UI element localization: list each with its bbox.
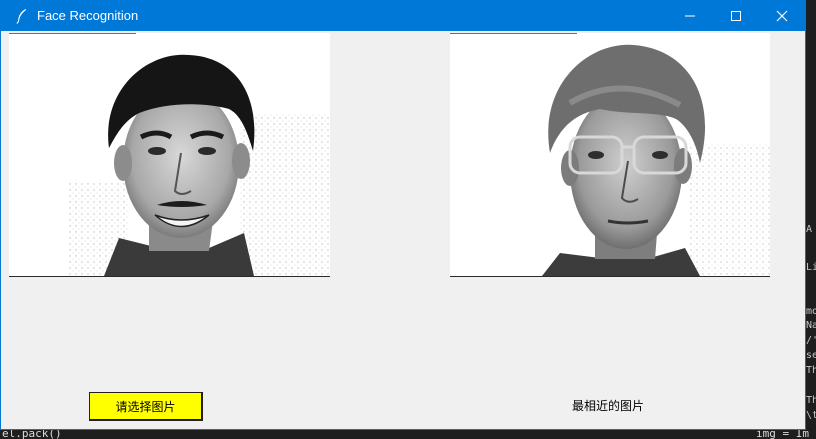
face-recognition-window: Face Recognition 请选择图片 最相近的图片 [0,0,806,430]
main-content: 请选择图片 最相近的图片 [1,31,805,429]
maximize-icon [731,11,741,21]
minimize-icon [685,15,695,17]
code-line: img = Im [756,429,809,439]
code-line: el.pack() [2,429,62,439]
selected-face-image [9,33,330,277]
background-code-editor-bottom: el.pack() img = Im [0,429,816,439]
gutter-char: A [806,224,813,235]
closest-image-label: 最相近的图片 [571,399,644,413]
select-image-button[interactable]: 请选择图片 [89,392,203,421]
title-bar[interactable]: Face Recognition [1,1,805,31]
gutter-char: /' [806,335,816,346]
feather-app-icon [15,8,29,24]
closest-match-face-image [450,33,770,277]
gutter-char: mo [806,306,816,317]
gutter-char: Th [806,365,816,376]
gutter-char: Na [806,320,816,331]
minimize-button[interactable] [667,1,713,31]
maximize-button[interactable] [713,1,759,31]
gutter-char: Li [806,262,816,273]
gutter-char: \t [806,410,816,421]
window-title: Face Recognition [37,8,139,23]
gutter-char: se [806,350,816,361]
close-icon [776,10,788,22]
gutter-char: Th [806,395,816,406]
image-top-border [450,33,577,34]
face-photo-smiling-man [69,54,330,276]
face-photo-man-with-glasses [542,44,770,276]
close-button[interactable] [759,1,805,31]
image-top-border [9,33,136,34]
background-code-editor-right: A Li mo Na /' se Th Th \t [806,0,816,439]
